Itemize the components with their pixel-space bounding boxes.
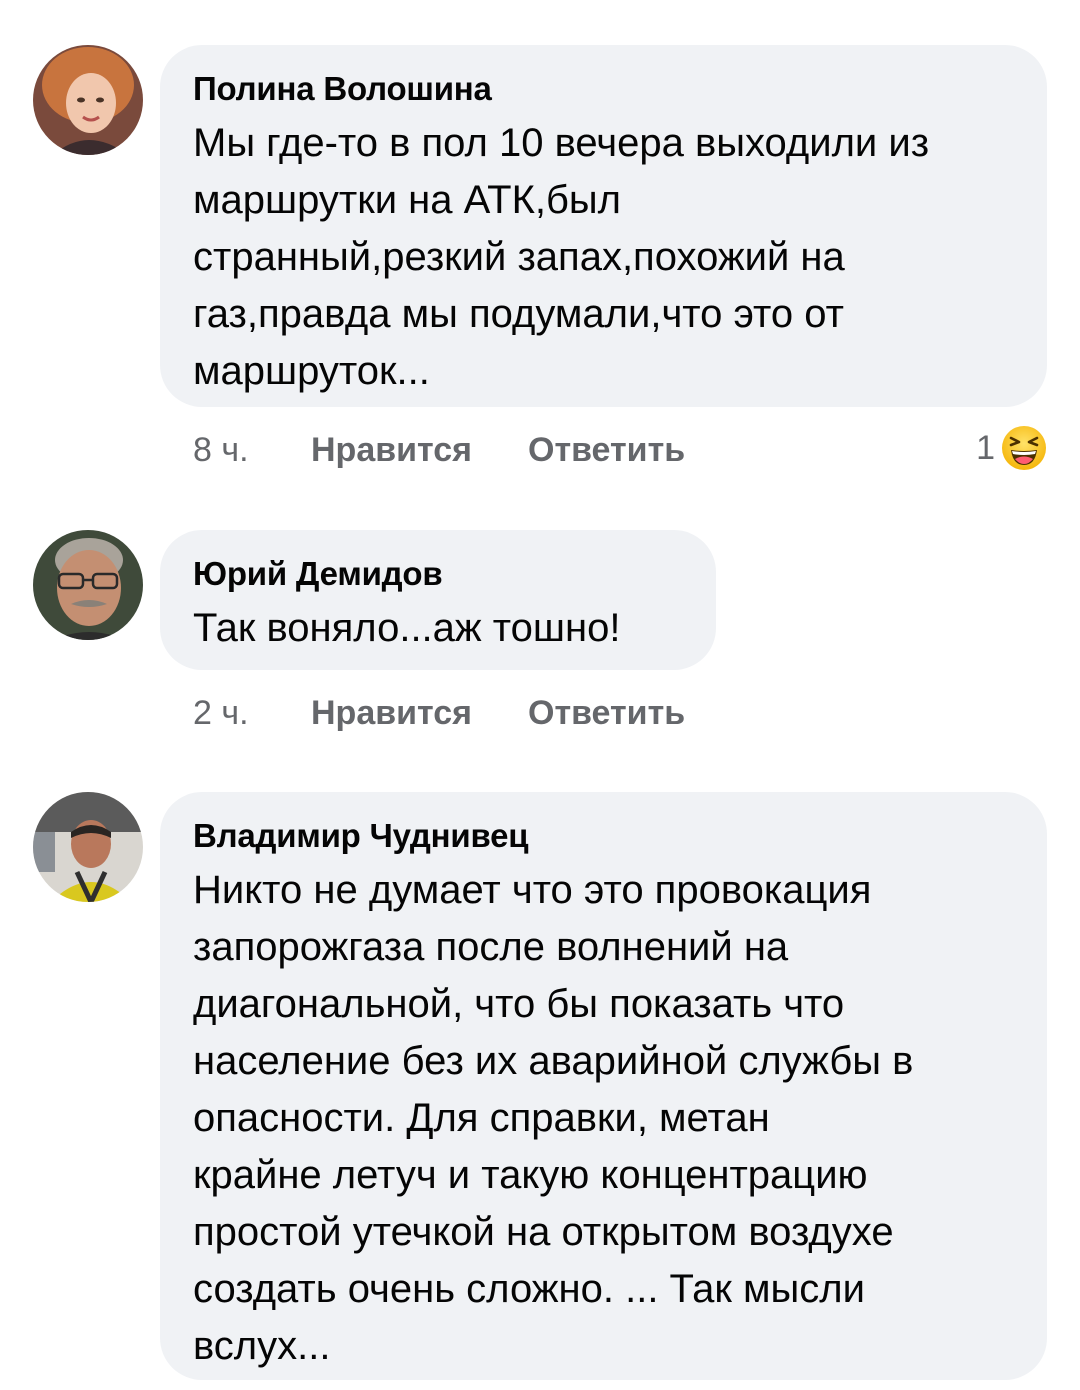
- comment-text: Никто не думает что это провокация запор…: [193, 868, 914, 1368]
- like-button[interactable]: Нравится: [311, 431, 472, 470]
- comment-time[interactable]: 2 ч.: [193, 694, 311, 733]
- comment-author[interactable]: Юрий Демидов: [193, 554, 682, 594]
- avatar-yuriy-image: [33, 530, 143, 640]
- reply-button[interactable]: Ответить: [528, 431, 685, 470]
- comment-bubble: Владимир Чуднивец Никто не думает что эт…: [160, 792, 1047, 1380]
- reaction-count: 1: [976, 428, 995, 467]
- like-button[interactable]: Нравится: [311, 694, 472, 733]
- avatar[interactable]: [33, 45, 143, 155]
- laughing-emoji-icon: [1001, 425, 1047, 471]
- comment-author[interactable]: Владимир Чуднивец: [193, 816, 1013, 856]
- avatar-vladimir-image: [33, 792, 143, 902]
- comment-bubble: Полина Волошина Мы где-то в пол 10 вечер…: [160, 45, 1047, 407]
- comment-author[interactable]: Полина Волошина: [193, 69, 1013, 109]
- avatar-polina-image: [33, 45, 143, 155]
- reply-button[interactable]: Ответить: [528, 694, 685, 733]
- avatar[interactable]: [33, 792, 143, 902]
- comment-time[interactable]: 8 ч.: [193, 431, 311, 470]
- comment-text: Так воняло...аж тошно!: [193, 606, 621, 650]
- comment-text: Мы где-то в пол 10 вечера выходили из ма…: [193, 121, 930, 393]
- avatar[interactable]: [33, 530, 143, 640]
- comment-actions: 2 ч. Нравится Ответить: [193, 688, 741, 738]
- comment-bubble: Юрий Демидов Так воняло...аж тошно!: [160, 530, 716, 670]
- comment-actions: 8 ч. Нравится Ответить: [193, 425, 741, 475]
- reaction-summary[interactable]: 1: [976, 423, 1047, 473]
